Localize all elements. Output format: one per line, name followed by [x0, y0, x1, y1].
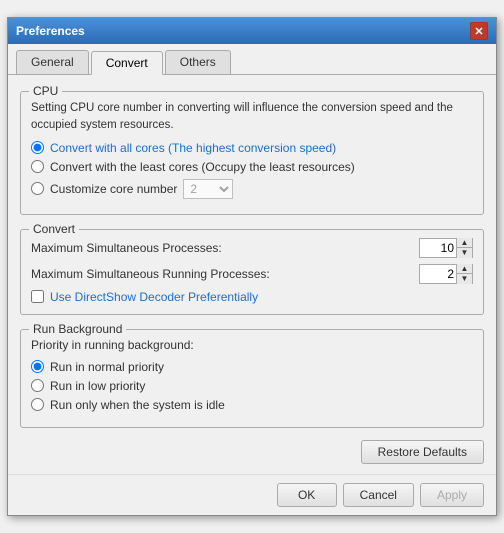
preferences-dialog: Preferences ✕ General Convert Others CPU… [7, 17, 497, 515]
max-running-up[interactable]: ▲ [456, 264, 472, 274]
bg-radio-normal[interactable] [31, 360, 44, 373]
cpu-group-label: CPU [29, 84, 62, 98]
restore-row: Restore Defaults [20, 440, 484, 464]
bg-radio-low[interactable] [31, 379, 44, 392]
tab-convert[interactable]: Convert [91, 51, 163, 75]
max-simultaneous-buttons: ▲ ▼ [456, 238, 472, 258]
max-simultaneous-down[interactable]: ▼ [456, 248, 472, 258]
close-button[interactable]: ✕ [470, 22, 488, 40]
max-running-label: Maximum Simultaneous Running Processes: [31, 267, 270, 281]
max-running-row: Maximum Simultaneous Running Processes: … [31, 264, 473, 284]
bg-option-low: Run in low priority [31, 379, 473, 393]
cpu-group: CPU Setting CPU core number in convertin… [20, 91, 484, 214]
priority-description: Priority in running background: [31, 338, 194, 352]
cpu-option-custom: Customize core number 2 1 3 4 [31, 179, 473, 199]
tab-general[interactable]: General [16, 50, 89, 74]
title-bar: Preferences ✕ [8, 18, 496, 44]
ok-button[interactable]: OK [277, 483, 337, 507]
bg-option-idle: Run only when the system is idle [31, 398, 473, 412]
bg-label-normal[interactable]: Run in normal priority [50, 360, 164, 374]
max-simultaneous-spinner[interactable]: ▲ ▼ [419, 238, 473, 258]
max-simultaneous-label: Maximum Simultaneous Processes: [31, 241, 222, 255]
directshow-checkbox[interactable] [31, 290, 44, 303]
dialog-title: Preferences [16, 24, 85, 38]
max-running-input[interactable] [420, 265, 456, 283]
bg-label-idle[interactable]: Run only when the system is idle [50, 398, 225, 412]
max-simultaneous-row: Maximum Simultaneous Processes: ▲ ▼ [31, 238, 473, 258]
run-background-label: Run Background [29, 322, 126, 336]
priority-description-row: Priority in running background: [31, 338, 473, 352]
cpu-option-all: Convert with all cores (The highest conv… [31, 141, 473, 155]
cpu-description: Setting CPU core number in converting wi… [31, 100, 473, 132]
cpu-radio-least[interactable] [31, 160, 44, 173]
convert-group: Convert Maximum Simultaneous Processes: … [20, 229, 484, 315]
cpu-label-all[interactable]: Convert with all cores (The highest conv… [50, 141, 336, 155]
max-simultaneous-input[interactable] [420, 239, 456, 257]
directshow-row: Use DirectShow Decoder Preferentially [31, 290, 473, 304]
restore-defaults-button[interactable]: Restore Defaults [361, 440, 484, 464]
bg-label-low[interactable]: Run in low priority [50, 379, 145, 393]
max-running-down[interactable]: ▼ [456, 274, 472, 284]
cpu-option-least: Convert with the least cores (Occupy the… [31, 160, 473, 174]
tab-content: CPU Setting CPU core number in convertin… [8, 75, 496, 473]
max-running-buttons: ▲ ▼ [456, 264, 472, 284]
tab-others[interactable]: Others [165, 50, 231, 74]
cpu-radio-custom[interactable] [31, 182, 44, 195]
cpu-radio-all[interactable] [31, 141, 44, 154]
max-simultaneous-up[interactable]: ▲ [456, 238, 472, 248]
bg-radio-idle[interactable] [31, 398, 44, 411]
run-background-group: Run Background Priority in running backg… [20, 329, 484, 428]
max-running-spinner[interactable]: ▲ ▼ [419, 264, 473, 284]
apply-button[interactable]: Apply [420, 483, 484, 507]
cpu-label-custom[interactable]: Customize core number [50, 182, 177, 196]
core-number-select[interactable]: 2 1 3 4 [183, 179, 233, 199]
dialog-footer: OK Cancel Apply [8, 474, 496, 515]
directshow-label[interactable]: Use DirectShow Decoder Preferentially [50, 290, 258, 304]
convert-group-label: Convert [29, 222, 79, 236]
tab-bar: General Convert Others [8, 44, 496, 75]
bg-option-normal: Run in normal priority [31, 360, 473, 374]
cancel-button[interactable]: Cancel [343, 483, 414, 507]
cpu-label-least[interactable]: Convert with the least cores (Occupy the… [50, 160, 355, 174]
